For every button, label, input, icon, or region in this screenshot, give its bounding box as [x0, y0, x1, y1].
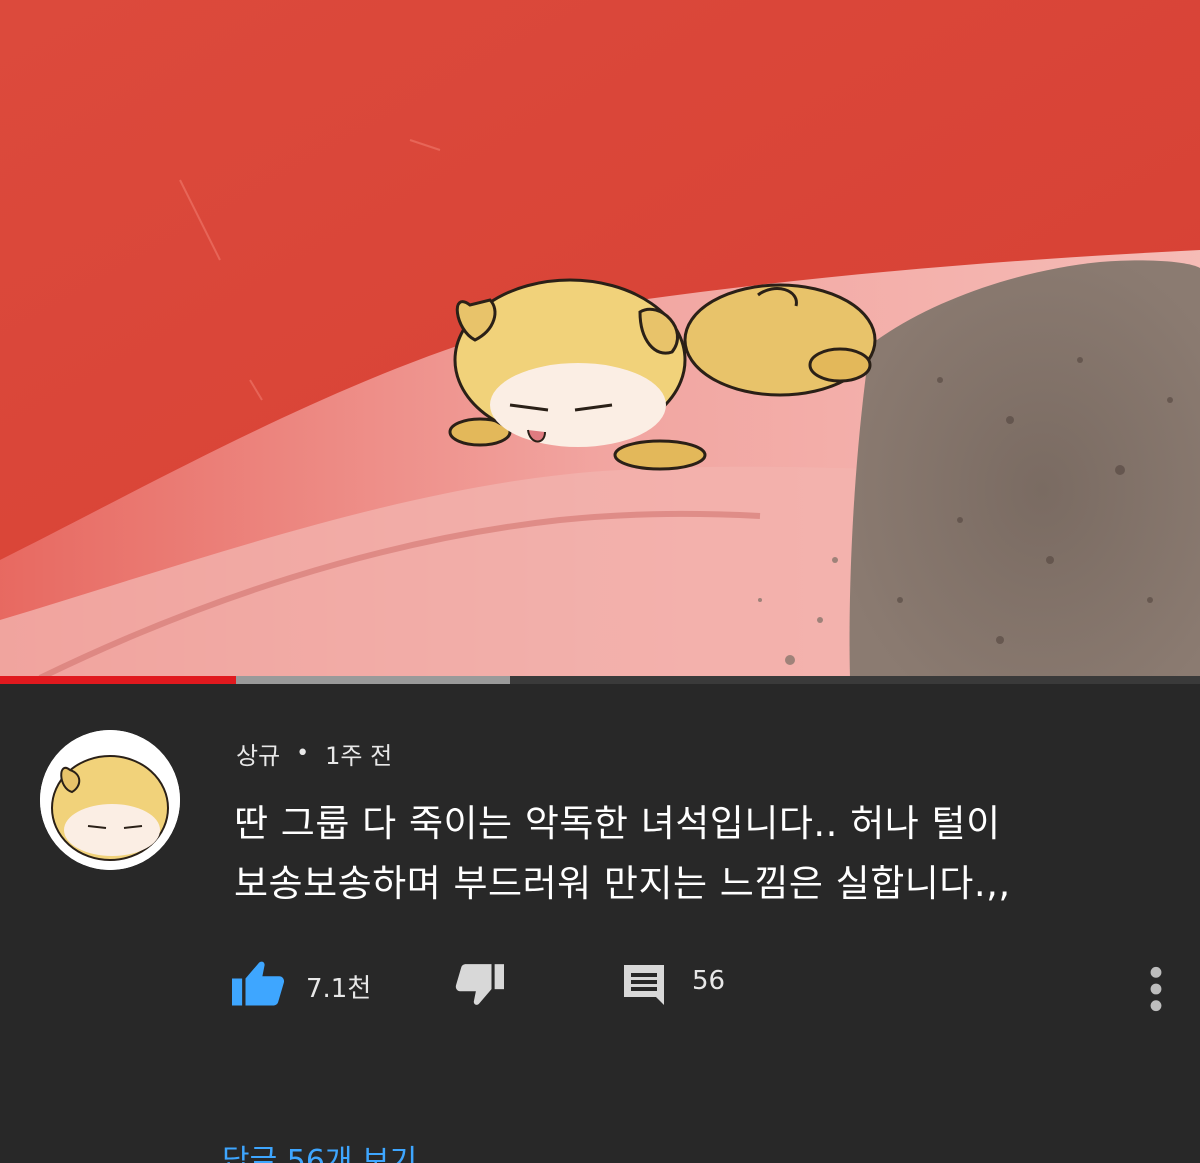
- more-vertical-icon: [1150, 966, 1162, 1012]
- avatar-image: [40, 730, 180, 870]
- avatar[interactable]: [40, 730, 180, 870]
- comment-text-line-2: 보송보송하며 부드러워 만지는 느낌은 실합니다.,,: [234, 862, 1011, 905]
- dislike-button[interactable]: [454, 962, 504, 1012]
- progress-bar[interactable]: [0, 676, 1200, 684]
- comment-author[interactable]: 상규: [236, 736, 280, 771]
- comment-meta: 상규 • 1주 전: [236, 736, 392, 771]
- more-button[interactable]: [1146, 964, 1166, 1018]
- video-frame[interactable]: [0, 0, 1200, 678]
- screenshot-root: 상규 • 1주 전 딴 그룹 다 죽이는 악독한 녀석입니다.. 허나 털이 보…: [0, 0, 1200, 1163]
- comment-text-line-1: 딴 그룹 다 죽이는 악독한 녀석입니다.. 허나 털이: [234, 802, 1001, 845]
- comment-section: 상규 • 1주 전 딴 그룹 다 죽이는 악독한 녀석입니다.. 허나 털이 보…: [0, 684, 1200, 1163]
- like-count: 7.1천: [306, 974, 372, 1004]
- thumbs-down-icon: [455, 964, 504, 1005]
- comment-body: 딴 그룹 다 죽이는 악독한 녀석입니다.. 허나 털이 보송보송하며 부드러워…: [234, 794, 1134, 914]
- reply-count: 56: [692, 966, 726, 996]
- thumbs-up-icon: [232, 961, 285, 1006]
- video-image: [0, 0, 1200, 678]
- comment-icon: [624, 965, 664, 1005]
- comment-actions: 7.1천 56: [0, 954, 1200, 1014]
- view-replies-link[interactable]: 답글 56개 보기: [222, 1136, 417, 1163]
- progress-played: [0, 676, 237, 684]
- meta-separator: •: [296, 741, 310, 766]
- reply-button[interactable]: [620, 960, 668, 1014]
- like-button[interactable]: [232, 958, 286, 1012]
- comment-time[interactable]: 1주 전: [325, 736, 392, 771]
